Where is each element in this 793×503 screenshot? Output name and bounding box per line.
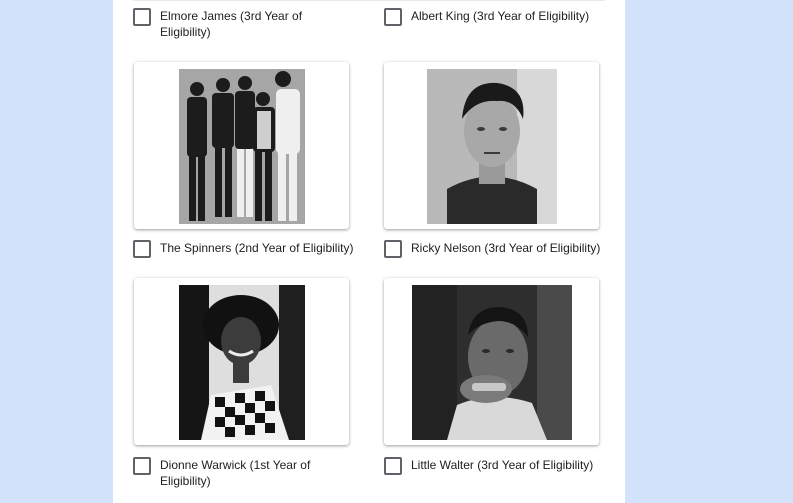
option-label: Ricky Nelson (3rd Year of Eligibility) [411,241,601,255]
option-image-card-little-walter[interactable] [384,278,599,445]
option-label: Dionne Warwick (1st Year of Eligibility) [160,458,311,488]
little-walter-photo [412,285,572,440]
checkbox[interactable] [384,240,402,258]
divider [133,0,605,1]
option-label: Elmore James (3rd Year of Eligibility) [160,9,303,39]
option-albert-king[interactable]: Albert King (3rd Year of Eligibility) [384,8,614,26]
ricky-nelson-photo [427,69,557,224]
checkbox[interactable] [384,8,402,26]
option-dionne-warwick[interactable]: Dionne Warwick (1st Year of Eligibility) [133,457,343,489]
option-image-card-ricky-nelson[interactable] [384,62,599,229]
form-question-card: Elmore James (3rd Year of Eligibility) A… [113,0,625,503]
option-label: Little Walter (3rd Year of Eligibility) [411,458,594,472]
option-image-card-dionne-warwick[interactable] [134,278,349,445]
checkbox[interactable] [133,8,151,26]
checkbox[interactable] [133,240,151,258]
option-the-spinners[interactable]: The Spinners (2nd Year of Eligibility) [133,240,363,258]
option-label: The Spinners (2nd Year of Eligibility) [160,241,354,255]
option-ricky-nelson[interactable]: Ricky Nelson (3rd Year of Eligibility) [384,240,614,258]
option-little-walter[interactable]: Little Walter (3rd Year of Eligibility) [384,457,614,475]
dionne-warwick-photo [179,285,305,440]
option-image-card-spinners[interactable] [134,62,349,229]
option-elmore-james[interactable]: Elmore James (3rd Year of Eligibility) [133,8,343,40]
spinners-photo [179,69,305,224]
option-label: Albert King (3rd Year of Eligibility) [411,9,590,23]
checkbox[interactable] [133,457,151,475]
checkbox[interactable] [384,457,402,475]
